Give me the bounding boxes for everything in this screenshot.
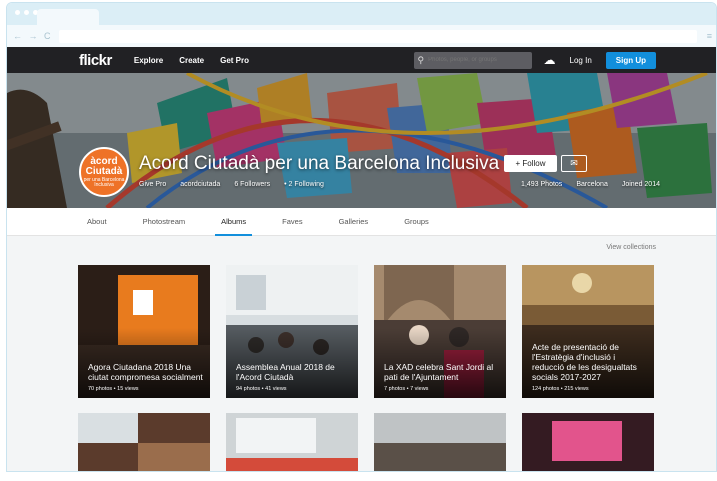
album-meta: 94 photos • 41 views	[236, 386, 287, 392]
envelope-icon[interactable]: ✉	[561, 155, 587, 172]
search-box[interactable]: ⚲	[413, 51, 532, 69]
album-title: Assemblea Anual 2018 de l'Acord Ciutadà	[236, 362, 335, 382]
album-meta: 70 photos • 15 views	[88, 386, 139, 392]
album-card[interactable]: La XAD celebra Sant Jordi al pati de l'A…	[374, 265, 506, 398]
profile-subnav: About Photostream Albums Faves Galleries…	[7, 208, 716, 236]
following-count[interactable]: • 2 Following	[284, 181, 324, 188]
back-forward-reload-icons[interactable]: ← → C	[13, 31, 53, 41]
followers-count[interactable]: 6 Followers	[234, 181, 270, 188]
album-card[interactable]: Acte de presentació de l'Estratègia d'in…	[522, 265, 654, 398]
album-card-partial[interactable]	[522, 413, 654, 471]
profile-avatar[interactable]: àcord Ciutadà per una Barcelona Inclusiv…	[79, 147, 129, 197]
album-cover-image	[78, 413, 210, 471]
browser-chrome: ← → C ≡	[7, 3, 716, 47]
profile-meta: Give Pro acordciutada 6 Followers • 2 Fo…	[139, 181, 324, 188]
page-bottom	[0, 472, 717, 481]
photos-count: 1,493 Photos	[521, 181, 563, 188]
tab-albums[interactable]: Albums	[215, 208, 253, 236]
album-meta: 124 photos • 215 views	[532, 386, 589, 392]
view-collections-link[interactable]: View collections	[606, 244, 656, 251]
album-card-partial[interactable]	[374, 413, 506, 471]
hamburger-icon[interactable]: ≡	[707, 31, 712, 41]
cover-photo: àcord Ciutadà per una Barcelona Inclusiv…	[7, 73, 716, 208]
album-cover-image	[226, 413, 358, 471]
signup-button[interactable]: Sign Up	[605, 51, 656, 69]
search-input[interactable]	[428, 57, 529, 63]
album-card-partial[interactable]	[78, 413, 210, 471]
location: Barcelona	[576, 181, 608, 188]
avatar-logo-subtext: per una Barcelona Inclusiva	[83, 176, 125, 188]
album-title: La XAD celebra Sant Jordi al pati de l'A…	[384, 362, 494, 382]
login-link[interactable]: Log In	[570, 56, 592, 65]
pro-badge[interactable]: Give Pro	[139, 181, 166, 188]
browser-tab[interactable]	[37, 9, 99, 25]
album-card[interactable]: Agora Ciutadana 2018 Una ciutat comprome…	[78, 265, 210, 398]
window-controls[interactable]	[15, 10, 38, 15]
url-field[interactable]	[58, 29, 697, 43]
tab-photostream[interactable]: Photostream	[143, 208, 186, 236]
nav-get-pro[interactable]: Get Pro	[220, 56, 249, 65]
search-icon: ⚲	[417, 54, 425, 65]
tab-groups[interactable]: Groups	[404, 208, 429, 236]
nav-explore[interactable]: Explore	[134, 56, 163, 65]
browser-window: ← → C ≡ flickr Explore Create Get Pro ⚲ …	[6, 2, 717, 472]
tab-faves[interactable]: Faves	[282, 208, 302, 236]
album-card-partial[interactable]	[226, 413, 358, 471]
profile-stats: 1,493 Photos Barcelona Joined 2014	[521, 181, 660, 188]
username: acordciutada	[180, 181, 221, 188]
nav-create[interactable]: Create	[179, 56, 204, 65]
joined-date: Joined 2014	[621, 181, 660, 188]
album-cover-image	[522, 413, 654, 471]
flickr-top-nav: flickr Explore Create Get Pro ⚲ ☁ Log In…	[7, 47, 716, 73]
address-bar-row: ← → C ≡	[7, 25, 716, 47]
album-title: Agora Ciutadana 2018 Una ciutat comprome…	[88, 362, 203, 382]
tab-about[interactable]: About	[87, 208, 107, 236]
tab-galleries[interactable]: Galleries	[339, 208, 369, 236]
avatar-logo-text: àcord Ciutadà	[85, 155, 123, 177]
upload-cloud-icon[interactable]: ☁	[544, 53, 556, 67]
album-card[interactable]: Assemblea Anual 2018 de l'Acord Ciutadà …	[226, 265, 358, 398]
flickr-logo[interactable]: flickr	[79, 52, 112, 69]
follow-button[interactable]: + Follow	[504, 155, 557, 172]
profile-name: Acord Ciutadà per una Barcelona Inclusiv…	[139, 153, 500, 174]
album-meta: 7 photos • 7 views	[384, 386, 429, 392]
album-title: Acte de presentació de l'Estratègia d'in…	[532, 342, 637, 382]
albums-area: View collections Agora Ciutadana 2018 Un…	[7, 236, 716, 471]
album-cover-image	[374, 413, 506, 471]
